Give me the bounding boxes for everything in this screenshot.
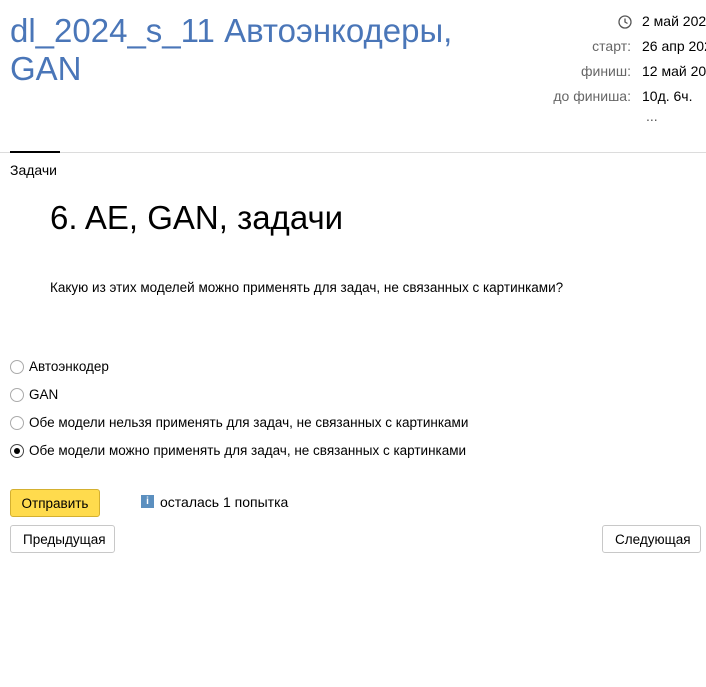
- info-icon: i: [141, 495, 154, 508]
- remaining-value: 10д. 6ч.: [642, 88, 693, 104]
- previous-button[interactable]: Предыдущая: [10, 525, 115, 553]
- radio-button[interactable]: [10, 444, 24, 458]
- radio-button[interactable]: [10, 388, 24, 402]
- tab-tasks[interactable]: Задачи: [10, 162, 57, 178]
- radio-button[interactable]: [10, 416, 24, 430]
- active-tab-indicator: [10, 151, 60, 153]
- remaining-row: до финиша: 10д. 6ч.: [540, 88, 706, 108]
- current-date-row: 2 май 2024: [540, 13, 706, 33]
- attempts-text: осталась 1 попытка: [160, 494, 289, 510]
- finish-label: финиш:: [580, 63, 631, 79]
- finish-value: 12 май 2024: [642, 63, 706, 79]
- start-value: 26 апр 2024: [642, 38, 706, 54]
- submit-button[interactable]: Отправить: [10, 489, 100, 517]
- header-divider: [0, 152, 706, 153]
- clock-icon: [618, 15, 632, 29]
- question-text: Какую из этих моделей можно применять дл…: [50, 280, 564, 295]
- start-row: старт: 26 апр 2024: [540, 38, 706, 58]
- current-date: 2 май 2024: [642, 13, 706, 29]
- more-info-ellipsis[interactable]: ...: [646, 108, 658, 124]
- problem-title: 6. AE, GAN, задачи: [50, 199, 344, 236]
- finish-row: финиш: 12 май 2024: [540, 63, 706, 83]
- remaining-label: до финиша:: [553, 88, 631, 104]
- answer-option-label: Автоэнкодер: [29, 359, 109, 374]
- answer-option-label: Обе модели можно применять для задач, не…: [29, 443, 467, 458]
- answer-option-label: Обе модели нельзя применять для задач, н…: [29, 415, 469, 430]
- start-label: старт:: [592, 38, 631, 54]
- answer-option-label: GAN: [29, 387, 59, 402]
- next-button[interactable]: Следующая: [602, 525, 701, 553]
- contest-title: dl_2024_s_11 Автоэнкодеры, GAN: [10, 12, 453, 87]
- radio-button[interactable]: [10, 360, 24, 374]
